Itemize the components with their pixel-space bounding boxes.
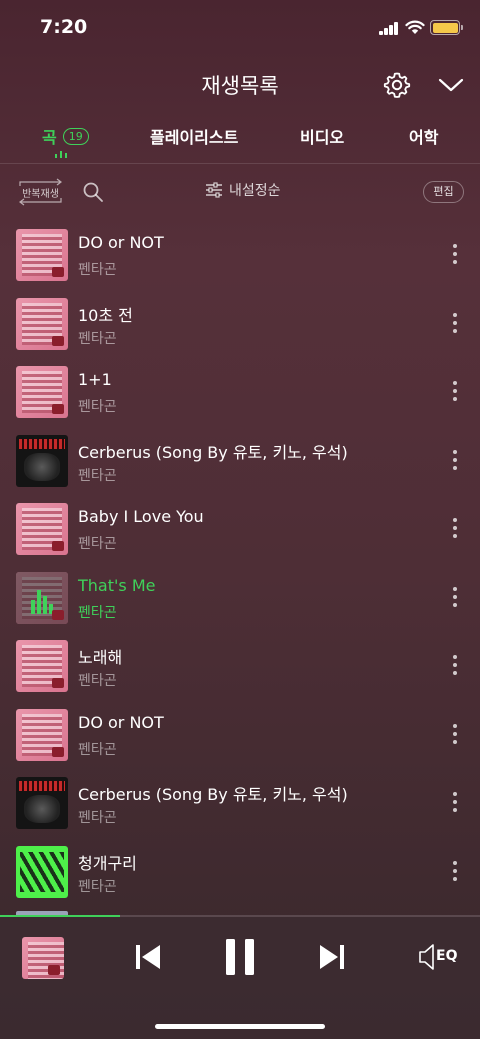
chevron-down-icon[interactable] [437, 74, 465, 96]
album-art [16, 571, 68, 624]
track-row[interactable]: DO or NOT 펜타곤 [0, 220, 480, 288]
more-options-icon[interactable] [446, 653, 464, 677]
album-art [16, 708, 68, 761]
repeat-button[interactable]: 반복재생 [16, 178, 65, 206]
sort-sliders-icon [206, 182, 222, 198]
track-artist: 펜타곤 [78, 536, 117, 552]
status-bar: 7:20 [0, 0, 480, 56]
next-track-icon[interactable] [318, 941, 346, 973]
more-options-icon[interactable] [446, 379, 464, 403]
more-options-icon[interactable] [446, 311, 464, 335]
track-row[interactable]: DO or NOT 펜타곤 [0, 700, 480, 768]
speaker-icon [419, 944, 434, 970]
tab-songs-label: 곡 [42, 128, 57, 147]
album-art [16, 640, 68, 692]
track-artist: 펜타곤 [78, 810, 117, 826]
current-album-art[interactable] [22, 937, 64, 979]
track-title: 청개구리 [78, 853, 137, 873]
track-title: Cerberus (Song By 유토, 키노, 우석) [78, 442, 348, 462]
track-title: That's Me [78, 575, 156, 595]
track-row[interactable]: That's Me 펜타곤 [0, 563, 480, 631]
album-art [16, 229, 68, 281]
track-row[interactable]: Cerberus (Song By 유토, 키노, 우석) 펜타곤 [0, 426, 480, 494]
equalizer-icon [31, 588, 55, 614]
track-artist: 펜타곤 [78, 878, 117, 895]
track-artist: 펜타곤 [78, 467, 117, 484]
more-options-icon[interactable] [446, 448, 464, 472]
track-artist: 펜타곤 [78, 330, 117, 347]
battery-icon [430, 20, 463, 35]
previous-track-icon[interactable] [134, 941, 162, 973]
tab-bar: 곡 19 플레이리스트 비디오 어학 [0, 118, 480, 164]
track-title: 1+1 [78, 370, 112, 389]
track-row[interactable]: Baby I Love You 펜타곤 [0, 494, 480, 562]
cellular-signal-icon [379, 22, 399, 35]
status-time: 7:20 [40, 16, 88, 38]
eq-label: EQ [436, 948, 458, 964]
track-row[interactable]: 1+1 펜타곤 [0, 357, 480, 425]
track-artist: 펜타곤 [78, 673, 117, 689]
album-art [16, 366, 68, 418]
track-artist: 펜타곤 [78, 262, 117, 278]
track-title: DO or NOT [78, 712, 164, 732]
track-title: 노래해 [78, 648, 123, 667]
gear-icon[interactable] [383, 71, 411, 99]
album-art [16, 434, 68, 487]
more-options-icon[interactable] [446, 516, 464, 540]
track-row[interactable]: Cerberus (Song By 유토, 키노, 우석) 펜타곤 [0, 768, 480, 836]
track-title: DO or NOT [78, 233, 164, 252]
sort-label: 내설정순 [229, 183, 281, 199]
mini-player: EQ [0, 917, 480, 1039]
more-options-icon[interactable] [446, 722, 464, 746]
home-indicator[interactable] [155, 1024, 325, 1029]
album-art [16, 503, 68, 555]
more-options-icon[interactable] [446, 859, 464, 883]
now-playing-indicator-icon [55, 150, 71, 158]
track-row[interactable]: 노래해펜타곤 [0, 631, 480, 699]
more-options-icon[interactable] [446, 585, 464, 609]
tab-videos[interactable]: 비디오 [300, 124, 344, 148]
track-artist: 펜타곤 [78, 604, 117, 621]
album-art [16, 297, 68, 350]
tab-language[interactable]: 어학 [409, 124, 438, 148]
track-artist: 펜타곤 [78, 741, 117, 758]
track-title: 10초 전 [78, 305, 133, 325]
repeat-label: 반복재생 [22, 189, 59, 200]
album-art [16, 777, 68, 829]
more-options-icon[interactable] [446, 242, 464, 266]
sort-button[interactable]: 내설정순 [205, 180, 281, 200]
track-row[interactable]: 청개구리펜타곤 [0, 837, 480, 905]
header: 재생목록 [0, 62, 480, 108]
eq-button[interactable]: EQ [418, 942, 460, 972]
track-row[interactable]: 10초 전펜타곤 [0, 289, 480, 357]
track-title: Cerberus (Song By 유토, 키노, 우석) [78, 785, 348, 804]
edit-button[interactable]: 편집 [423, 181, 464, 203]
list-toolbar: 반복재생 내설정순 편집 [0, 172, 480, 212]
pause-icon[interactable] [224, 937, 256, 977]
tab-playlists[interactable]: 플레이리스트 [150, 124, 238, 148]
track-title: Baby I Love You [78, 507, 204, 526]
wifi-icon [405, 20, 425, 34]
search-icon[interactable] [82, 181, 104, 203]
track-artist: 펜타곤 [78, 399, 117, 415]
album-art [16, 845, 68, 898]
more-options-icon[interactable] [446, 790, 464, 814]
song-count-badge: 19 [62, 127, 89, 145]
tab-songs[interactable]: 곡 19 [42, 124, 89, 148]
